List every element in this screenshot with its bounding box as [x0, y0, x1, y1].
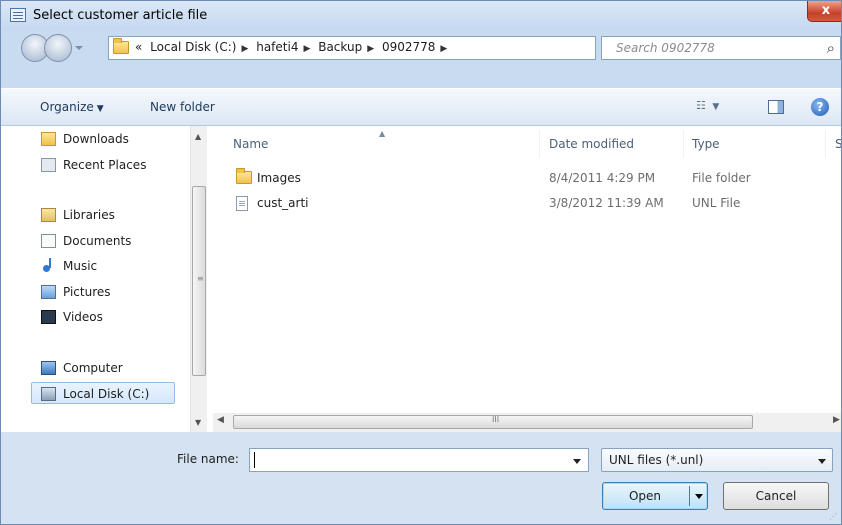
file-icon	[236, 196, 248, 211]
chevron-down-icon[interactable]	[818, 459, 826, 464]
downloads-folder-icon	[41, 132, 56, 146]
breadcrumb-overflow[interactable]: «	[135, 40, 142, 54]
navigation-pane: Downloads Recent Places Libraries Docume…	[19, 126, 209, 432]
address-bar[interactable]: « Local Disk (C:) ▶ hafeti4 ▶ Backup ▶ 0902…	[108, 36, 697, 60]
computer-icon	[41, 361, 56, 375]
documents-icon	[41, 234, 56, 248]
breadcrumb: « Local Disk (C:) ▶ hafeti4 ▶ Backup ▶ 0902…	[135, 40, 451, 54]
breadcrumb-0902778[interactable]: 0902778	[382, 40, 435, 54]
file-date: 8/4/2011 4:29 PM	[549, 171, 656, 185]
pictures-icon	[41, 285, 56, 299]
view-list-icon: ☷	[696, 99, 706, 112]
sort-up-icon: ▲	[379, 129, 386, 138]
scroll-left-icon[interactable]: ◀	[217, 415, 224, 425]
file-type: UNL File	[692, 196, 741, 210]
breadcrumb-local-disk[interactable]: Local Disk (C:)	[150, 40, 236, 54]
file-name: Images	[257, 171, 301, 185]
local-disk-icon	[41, 387, 56, 401]
folder-icon	[113, 38, 129, 54]
split-divider	[689, 486, 690, 506]
chevron-right-icon[interactable]: ▶	[367, 44, 374, 54]
preview-pane-icon[interactable]	[768, 100, 784, 114]
search-input[interactable]: Search 0902778	[616, 41, 715, 55]
organize-button[interactable]: Organize ▼	[40, 100, 104, 114]
nav-item-label: Recent Places	[63, 158, 147, 172]
close-button[interactable]: x	[807, 1, 841, 22]
content-area: Downloads Recent Places Libraries Docume…	[1, 126, 841, 432]
file-dialog-window: Select customer article file x « Local D…	[0, 0, 842, 525]
nav-pane-scrollbar[interactable]: ▲ ≡ ▼	[190, 126, 207, 432]
nav-item-label: Videos	[63, 310, 103, 324]
nav-item-label: Pictures	[63, 285, 111, 299]
text-caret	[254, 452, 255, 468]
file-name-label: File name:	[177, 452, 239, 466]
scroll-up-icon[interactable]: ▲	[195, 132, 201, 141]
open-button[interactable]: Open	[602, 482, 708, 510]
nav-item-label: Documents	[63, 234, 132, 248]
nav-item-label: Computer	[63, 361, 123, 375]
file-row-images[interactable]: Images 8/4/2011 4:29 PM File folder	[233, 167, 833, 189]
file-date: 3/8/2012 11:39 AM	[549, 196, 664, 210]
file-type-filter[interactable]: UNL files (*.unl)	[601, 448, 833, 472]
chevron-right-icon[interactable]: ▶	[440, 44, 447, 54]
cancel-button[interactable]: Cancel	[723, 482, 829, 510]
command-bar: Organize ▼ New folder ☷ ▼ ?	[1, 88, 841, 126]
dialog-footer: File name: UNL files (*.unl) Open Cancel…	[1, 432, 841, 524]
new-folder-button[interactable]: New folder	[150, 100, 215, 114]
folder-icon	[236, 168, 252, 184]
column-divider[interactable]	[825, 130, 826, 158]
videos-icon	[41, 310, 56, 324]
column-header-type[interactable]: Type	[692, 137, 720, 151]
nav-item-label: Local Disk (C:)	[63, 387, 150, 401]
music-icon	[41, 258, 56, 273]
grip-icon: III	[492, 415, 500, 424]
column-divider[interactable]	[539, 130, 540, 158]
search-box[interactable]: Search 0902778 ⌕	[601, 36, 841, 60]
column-divider[interactable]	[683, 130, 684, 158]
nav-item-local-disk[interactable]: Local Disk (C:)	[31, 382, 175, 404]
column-header-name[interactable]: Name	[233, 137, 268, 151]
libraries-icon	[41, 208, 56, 222]
file-list: Name ▲ Date modified Type S Images 8/4/2…	[213, 126, 841, 432]
file-row-cust-arti[interactable]: cust_arti 3/8/2012 11:39 AM UNL File	[233, 192, 833, 214]
open-options-dropdown-icon[interactable]	[695, 494, 703, 499]
grip-icon: ≡	[197, 274, 204, 283]
file-type: File folder	[692, 171, 751, 185]
scrollbar-thumb[interactable]: III	[233, 415, 753, 429]
nav-item-label: Libraries	[63, 208, 115, 222]
breadcrumb-backup[interactable]: Backup	[318, 40, 362, 54]
resize-grip-icon[interactable]: ⋰	[829, 512, 837, 521]
column-header-size[interactable]: S	[835, 137, 841, 151]
chevron-down-icon: ▼	[712, 102, 720, 112]
scrollbar-thumb[interactable]: ≡	[192, 186, 206, 376]
open-button-label: Open	[628, 489, 662, 503]
recent-places-icon	[41, 158, 56, 172]
chevron-right-icon[interactable]: ▶	[241, 44, 248, 54]
chevron-down-icon[interactable]	[573, 459, 581, 464]
navigation-bar: « Local Disk (C:) ▶ hafeti4 ▶ Backup ▶ 0902…	[1, 31, 841, 67]
file-type-filter-value: UNL files (*.unl)	[609, 453, 704, 467]
recent-locations-dropdown-icon[interactable]	[75, 46, 83, 50]
forward-button[interactable]	[44, 34, 72, 62]
title-bar[interactable]: Select customer article file x	[1, 1, 841, 31]
nav-item-label: Music	[63, 259, 98, 273]
column-header-date-modified[interactable]: Date modified	[549, 137, 634, 151]
file-name-field[interactable]	[249, 448, 589, 472]
scroll-right-icon[interactable]: ▶	[833, 415, 840, 425]
dialog-app-icon	[10, 8, 26, 22]
window-title: Select customer article file	[33, 8, 208, 23]
file-name: cust_arti	[257, 196, 309, 210]
help-icon[interactable]: ?	[811, 98, 829, 116]
search-icon[interactable]: ⌕	[827, 39, 835, 57]
chevron-down-icon: ▼	[96, 104, 104, 114]
scroll-down-icon[interactable]: ▼	[195, 418, 201, 427]
breadcrumb-hafeti4[interactable]: hafeti4	[256, 40, 298, 54]
change-view-button[interactable]: ☷ ▼	[696, 99, 736, 115]
nav-item-label: Downloads	[63, 132, 129, 146]
file-list-hscrollbar[interactable]: ◀ III ▶	[213, 413, 841, 432]
organize-label: Organize	[40, 100, 94, 114]
chevron-right-icon[interactable]: ▶	[303, 44, 310, 54]
